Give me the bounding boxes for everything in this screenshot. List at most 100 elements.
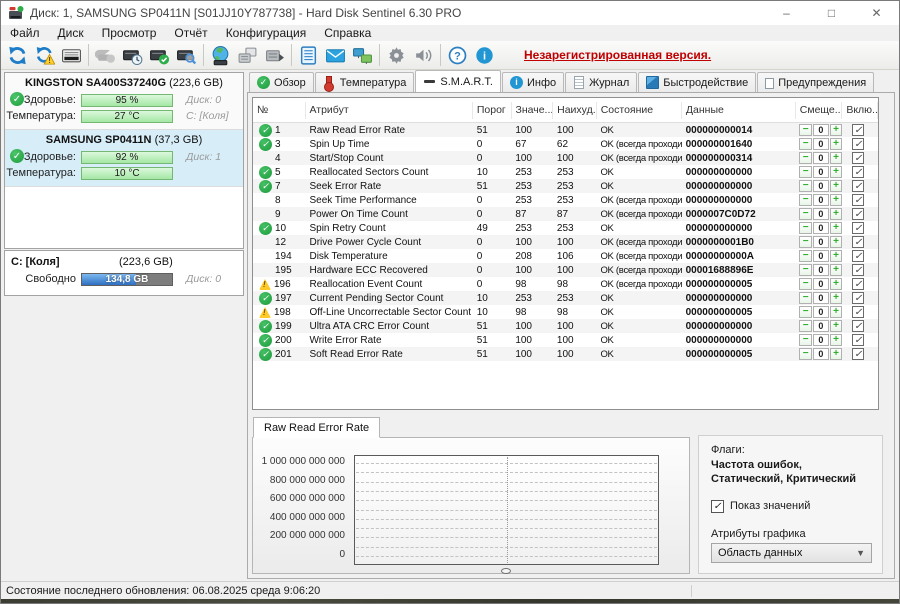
table-row[interactable]: 194 Disk Temperature 0 208 106 OK (всегд…: [253, 249, 878, 263]
offset-decrement-button[interactable]: [799, 152, 812, 164]
refresh-button[interactable]: [4, 43, 31, 68]
enabled-checkbox[interactable]: [852, 194, 864, 206]
offset-decrement-button[interactable]: [799, 292, 812, 304]
offset-decrement-button[interactable]: [799, 306, 812, 318]
table-row[interactable]: 197 Current Pending Sector Count 10 253 …: [253, 291, 878, 305]
tab[interactable]: Предупреждения: [757, 72, 874, 92]
tab[interactable]: Обзор: [249, 72, 314, 92]
table-row[interactable]: 12 Drive Power Cycle Count 0 100 100 OK …: [253, 235, 878, 249]
table-row[interactable]: 9 Power On Time Count 0 87 87 OK (всегда…: [253, 207, 878, 221]
sound-button[interactable]: [410, 43, 437, 68]
offset-increment-button[interactable]: [830, 264, 843, 276]
offset-increment-button[interactable]: [830, 222, 843, 234]
tab[interactable]: Инфо: [502, 72, 564, 92]
offset-decrement-button[interactable]: [799, 208, 812, 220]
settings-button[interactable]: [383, 43, 410, 68]
enabled-checkbox[interactable]: [852, 250, 864, 262]
enabled-checkbox[interactable]: [852, 320, 864, 332]
offset-decrement-button[interactable]: [799, 278, 812, 290]
disk-panel[interactable]: KINGSTON SA400S37240G (223,6 GB) Здоровь…: [5, 73, 243, 130]
journal-button[interactable]: [295, 43, 322, 68]
refresh-alert-button[interactable]: !: [31, 43, 58, 68]
offset-decrement-button[interactable]: [799, 334, 812, 346]
offset-decrement-button[interactable]: [799, 166, 812, 178]
offset-increment-button[interactable]: [830, 292, 843, 304]
offset-increment-button[interactable]: [830, 166, 843, 178]
tab[interactable]: Температура: [315, 72, 415, 92]
menu-item[interactable]: Справка: [315, 25, 380, 41]
offset-increment-button[interactable]: [830, 334, 843, 346]
maximize-button[interactable]: □: [809, 1, 854, 25]
graph-attributes-select[interactable]: Область данных ▼: [711, 543, 872, 563]
table-row[interactable]: 201 Soft Read Error Rate 51 100 100 OK 0…: [253, 347, 878, 361]
offset-increment-button[interactable]: [830, 152, 843, 164]
network-globe-button[interactable]: [207, 43, 234, 68]
table-row[interactable]: 8 Seek Time Performance 0 253 253 OK (вс…: [253, 193, 878, 207]
header-enabled[interactable]: Вклю...: [842, 102, 878, 119]
offset-increment-button[interactable]: [830, 236, 843, 248]
table-row[interactable]: 5 Reallocated Sectors Count 10 253 253 O…: [253, 165, 878, 179]
header-value[interactable]: Значе...: [512, 102, 554, 119]
header-threshold[interactable]: Порог: [473, 102, 512, 119]
menu-item[interactable]: Диск: [49, 25, 93, 41]
offset-decrement-button[interactable]: [799, 236, 812, 248]
offset-decrement-button[interactable]: [799, 320, 812, 332]
header-offset[interactable]: Смеще...: [796, 102, 843, 119]
offset-increment-button[interactable]: [830, 320, 843, 332]
table-row[interactable]: 199 Ultra ATA CRC Error Count 51 100 100…: [253, 319, 878, 333]
enabled-checkbox[interactable]: [852, 306, 864, 318]
table-row[interactable]: 200 Write Error Rate 51 100 100 OK 00000…: [253, 333, 878, 347]
enabled-checkbox[interactable]: [852, 222, 864, 234]
offset-increment-button[interactable]: [830, 306, 843, 318]
disk-status-button[interactable]: [146, 43, 173, 68]
disk-details-button[interactable]: [173, 43, 200, 68]
header-data[interactable]: Данные: [682, 102, 796, 119]
table-row[interactable]: 4 Start/Stop Count 0 100 100 OK (всегда …: [253, 151, 878, 165]
help-button[interactable]: ?: [444, 43, 471, 68]
enabled-checkbox[interactable]: [852, 334, 864, 346]
disk-panel[interactable]: SAMSUNG SP0411N (37,3 GB) Здоровье: 92 %…: [5, 130, 243, 187]
header-num[interactable]: №: [253, 102, 306, 119]
enabled-checkbox[interactable]: [852, 166, 864, 178]
hardware-move-button[interactable]: [261, 43, 288, 68]
offset-increment-button[interactable]: [830, 208, 843, 220]
enabled-checkbox[interactable]: [852, 236, 864, 248]
table-row[interactable]: 10 Spin Retry Count 49 253 253 OK 000000…: [253, 221, 878, 235]
offset-increment-button[interactable]: [830, 278, 843, 290]
close-button[interactable]: ✕: [854, 1, 899, 25]
table-row[interactable]: 1 Raw Read Error Rate 51 100 100 OK 0000…: [253, 123, 878, 137]
tab[interactable]: Быстродействие: [638, 72, 756, 92]
enabled-checkbox[interactable]: [852, 152, 864, 164]
offset-increment-button[interactable]: [830, 138, 843, 150]
partition-panel[interactable]: C: [Коля] (223,6 GB) Свободно 134,8 GB Д…: [4, 250, 244, 296]
menu-item[interactable]: Конфигурация: [217, 25, 316, 41]
info-button[interactable]: i: [471, 43, 498, 68]
disk-disabled-button[interactable]: [92, 43, 119, 68]
enabled-checkbox[interactable]: [852, 278, 864, 290]
offset-decrement-button[interactable]: [799, 264, 812, 276]
email-button[interactable]: [322, 43, 349, 68]
table-row[interactable]: 196 Reallocation Event Count 0 98 98 OK …: [253, 277, 878, 291]
offset-decrement-button[interactable]: [799, 124, 812, 136]
header-attribute[interactable]: Атрибут: [306, 102, 473, 119]
table-row[interactable]: 195 Hardware ECC Recovered 0 100 100 OK …: [253, 263, 878, 277]
disk-history-button[interactable]: [119, 43, 146, 68]
enabled-checkbox[interactable]: [852, 124, 864, 136]
enabled-checkbox[interactable]: [852, 292, 864, 304]
show-values-checkbox[interactable]: [711, 500, 724, 513]
table-row[interactable]: 7 Seek Error Rate 51 253 253 OK 00000000…: [253, 179, 878, 193]
enabled-checkbox[interactable]: [852, 208, 864, 220]
offset-increment-button[interactable]: [830, 194, 843, 206]
table-row[interactable]: 198 Off-Line Uncorrectable Sector Count …: [253, 305, 878, 319]
disk-config-button[interactable]: [58, 43, 85, 68]
offset-decrement-button[interactable]: [799, 180, 812, 192]
offset-decrement-button[interactable]: [799, 348, 812, 360]
offset-decrement-button[interactable]: [799, 138, 812, 150]
enabled-checkbox[interactable]: [852, 138, 864, 150]
menu-item[interactable]: Файл: [1, 25, 49, 41]
offset-increment-button[interactable]: [830, 250, 843, 262]
hardware-copy-button[interactable]: [234, 43, 261, 68]
tab[interactable]: S.M.A.R.T.: [415, 70, 501, 92]
header-status[interactable]: Состояние: [597, 102, 682, 119]
enabled-checkbox[interactable]: [852, 264, 864, 276]
